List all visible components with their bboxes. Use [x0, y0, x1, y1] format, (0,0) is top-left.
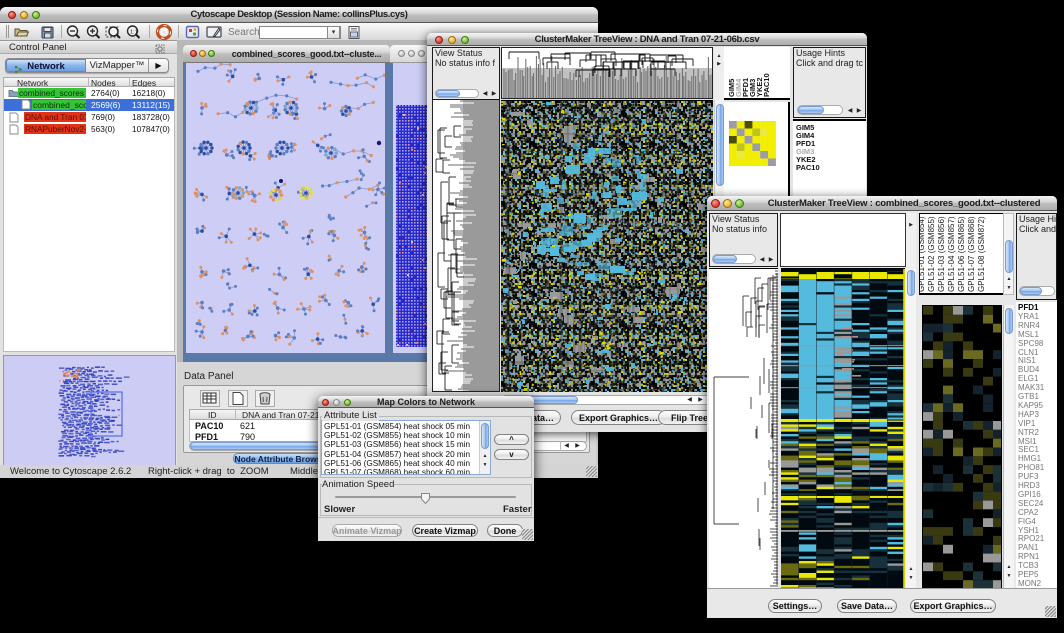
svg-text:1:1: 1:1	[130, 30, 138, 36]
